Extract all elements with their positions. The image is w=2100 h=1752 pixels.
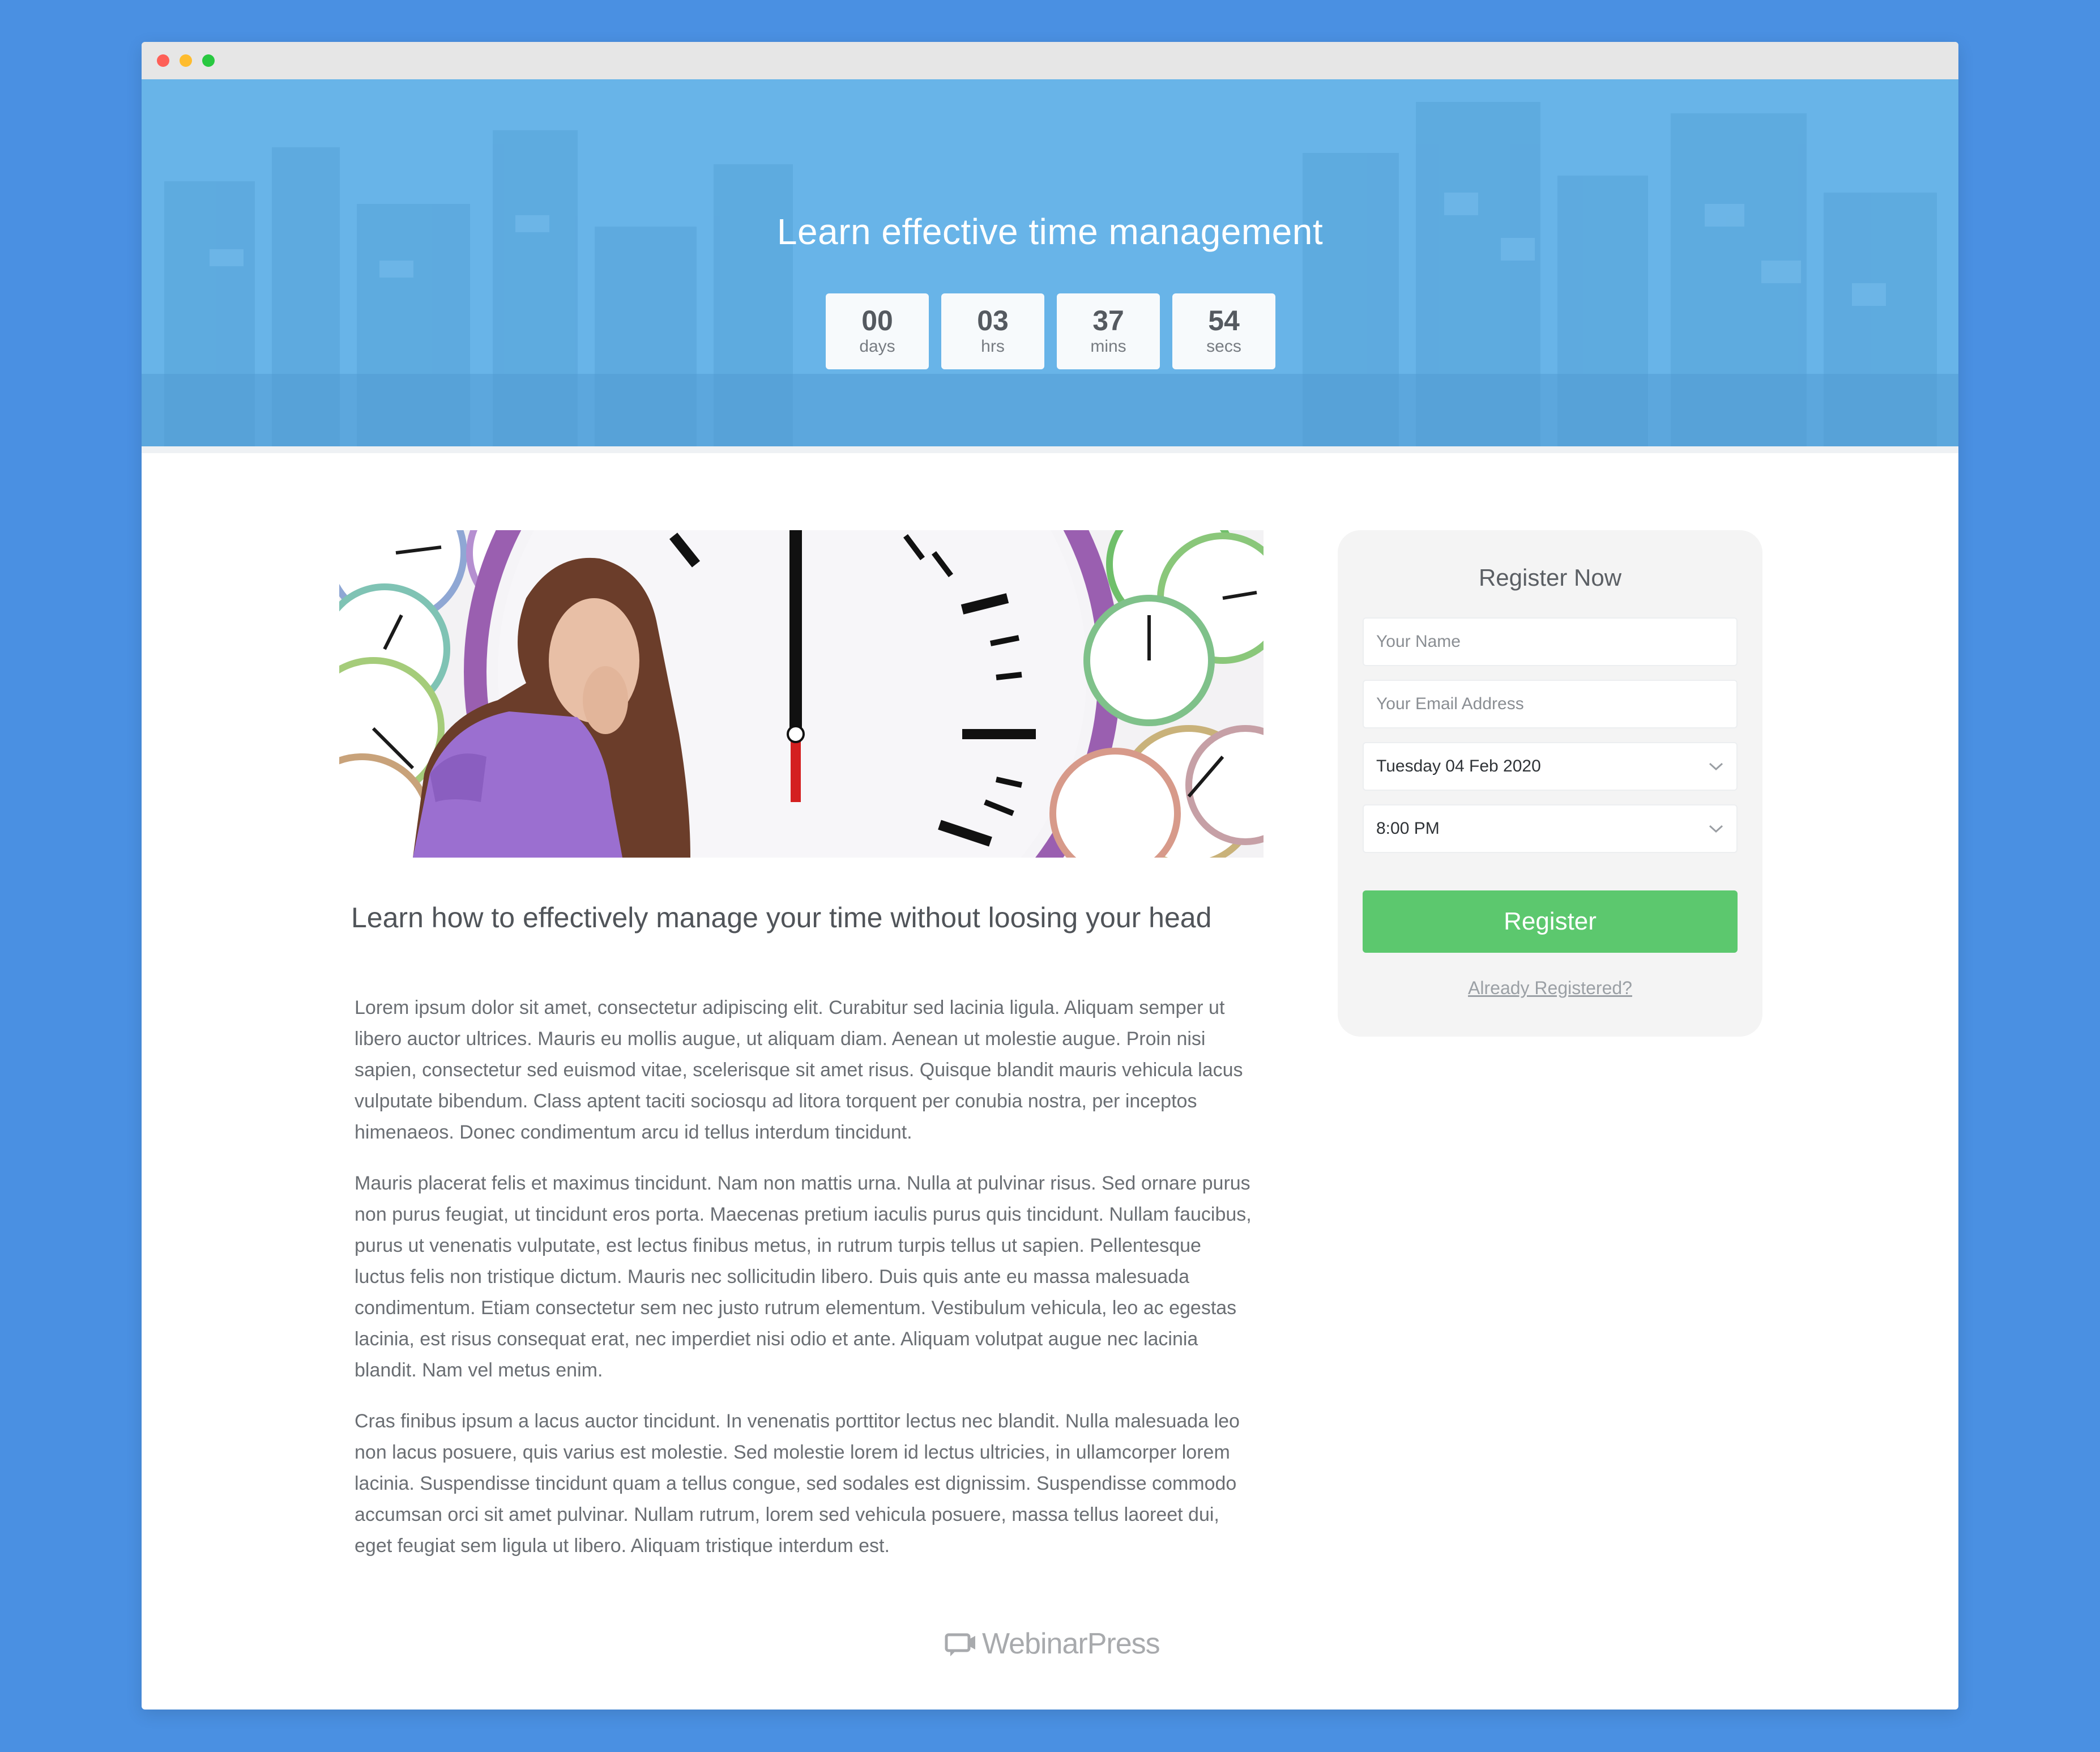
- registration-panel: Register Now Tuesday 04 Feb 2020 8:00 PM…: [1338, 530, 1762, 1037]
- chevron-down-icon: [1709, 762, 1723, 771]
- hero-banner: Learn effective time management 00 days …: [142, 79, 1958, 446]
- countdown-hours: 03 hrs: [941, 293, 1044, 369]
- countdown-unit: mins: [1090, 337, 1126, 356]
- article-paragraph: Lorem ipsum dolor sit amet, consectetur …: [355, 997, 1243, 1143]
- already-registered-link[interactable]: Already Registered?: [1338, 978, 1762, 999]
- browser-window: Learn effective time management 00 days …: [142, 42, 1958, 1710]
- webinar-banner-image: [339, 530, 1264, 858]
- cityscape-background: [142, 79, 1958, 446]
- chevron-down-icon: [1709, 825, 1723, 833]
- window-titlebar: [142, 42, 1958, 79]
- countdown-unit: days: [859, 337, 895, 356]
- time-select[interactable]: 8:00 PM: [1363, 804, 1738, 853]
- register-title: Register Now: [1478, 564, 1622, 591]
- name-input[interactable]: [1363, 617, 1738, 666]
- webinar-title: Learn effective time management: [776, 211, 1324, 252]
- video-chat-icon: [945, 1633, 975, 1656]
- brand-logo[interactable]: WebinarPress: [945, 1627, 1160, 1661]
- article-headline: Learn how to effectively manage your tim…: [351, 902, 1212, 933]
- register-button[interactable]: Register: [1363, 890, 1738, 953]
- countdown-value: 54: [1208, 305, 1240, 336]
- countdown-unit: hrs: [981, 337, 1005, 356]
- close-window-button[interactable]: [157, 54, 169, 67]
- countdown-minutes: 37 mins: [1057, 293, 1160, 369]
- maximize-window-button[interactable]: [202, 54, 215, 67]
- date-select-value: Tuesday 04 Feb 2020: [1376, 757, 1541, 775]
- minimize-window-button[interactable]: [180, 54, 192, 67]
- brand-name: WebinarPress: [982, 1627, 1160, 1660]
- countdown-timer: 00 days 03 hrs 37 mins 54 secs: [826, 293, 1275, 369]
- countdown-seconds: 54 secs: [1172, 293, 1275, 369]
- countdown-value: 00: [861, 305, 893, 336]
- countdown-unit: secs: [1206, 337, 1241, 356]
- date-select[interactable]: Tuesday 04 Feb 2020: [1363, 742, 1738, 791]
- article-paragraph: Cras finibus ipsum a lacus auctor tincid…: [355, 1410, 1240, 1557]
- email-input[interactable]: [1363, 680, 1738, 728]
- countdown-value: 37: [1092, 305, 1124, 336]
- time-select-value: 8:00 PM: [1376, 819, 1440, 838]
- hero-divider: [142, 446, 1958, 453]
- countdown-value: 03: [977, 305, 1009, 336]
- countdown-days: 00 days: [826, 293, 929, 369]
- article-paragraph: Mauris placerat felis et maximus tincidu…: [355, 1173, 1252, 1381]
